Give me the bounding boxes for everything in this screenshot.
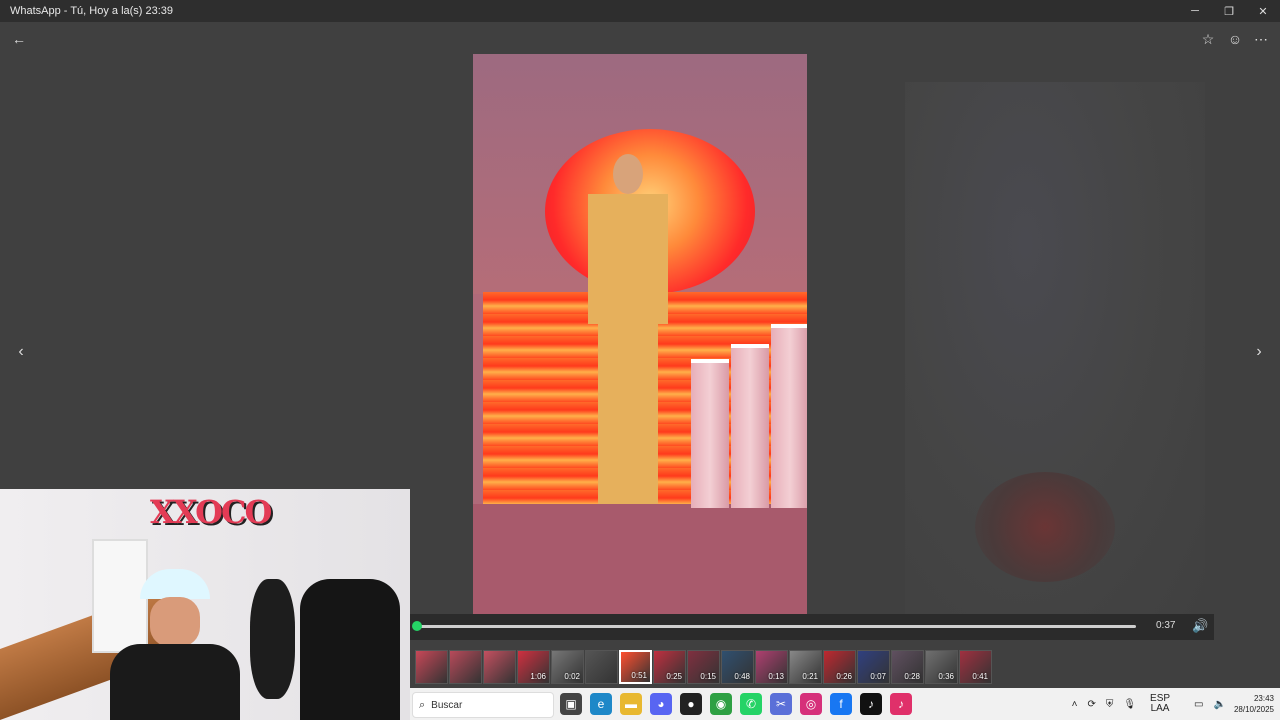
maximize-button[interactable]: ❐ bbox=[1212, 0, 1246, 22]
media-thumbnail[interactable]: 0:13 bbox=[755, 650, 788, 684]
window-title: WhatsApp - Tú, Hoy a la(s) 23:39 bbox=[10, 5, 174, 17]
thumbnail-duration: 0:26 bbox=[836, 672, 852, 681]
system-tray: ˄ ⟳ ⛨ 🎙 ESP LAA ▭ 🔈 23:43 28/10/2025 bbox=[1062, 690, 1274, 718]
thumbnail-duration: 0:02 bbox=[564, 672, 580, 681]
window-controls: ─ ❐ ✕ bbox=[1178, 0, 1280, 22]
thumbnail-duration: 0:21 bbox=[802, 672, 818, 681]
media-thumbnail[interactable]: 0:26 bbox=[823, 650, 856, 684]
thumbnail-duration: 0:15 bbox=[700, 672, 716, 681]
wall-graffiti: XXOCO bbox=[150, 493, 272, 531]
thumbnail-duration: 0:28 bbox=[904, 672, 920, 681]
instagram-icon[interactable]: ◎ bbox=[800, 693, 822, 715]
facebook-icon[interactable]: f bbox=[830, 693, 852, 715]
current-time: 0:37 bbox=[1156, 620, 1176, 631]
chevron-up-icon[interactable]: ˄ bbox=[1072, 699, 1078, 710]
thumbnail-duration: 0:25 bbox=[666, 672, 682, 681]
media-thumbnail[interactable]: 0:02 bbox=[551, 650, 584, 684]
playback-controls: 0:37 🔊 bbox=[410, 614, 1214, 640]
edge-icon[interactable]: e bbox=[590, 693, 612, 715]
media-thumbnail[interactable]: 0:07 bbox=[857, 650, 890, 684]
clock-time: 23:43 bbox=[1253, 694, 1274, 703]
pinned-apps: ▣ e ▬ ◕ ● ◉ ✆ ✂ ◎ f ♪ ♪ bbox=[560, 693, 912, 715]
chrome-icon[interactable]: ◉ bbox=[710, 693, 732, 715]
security-icon[interactable]: ⛨ bbox=[1106, 699, 1114, 710]
back-arrow-icon[interactable]: ← bbox=[10, 30, 28, 48]
close-button[interactable]: ✕ bbox=[1246, 0, 1280, 22]
obs-icon[interactable]: ● bbox=[680, 693, 702, 715]
thumbnail-duration: 0:41 bbox=[972, 672, 988, 681]
clock[interactable]: 23:43 28/10/2025 bbox=[1234, 693, 1274, 715]
clock-date: 28/10/2025 bbox=[1233, 705, 1274, 714]
media-thumbnail[interactable] bbox=[449, 650, 482, 684]
search-placeholder: Buscar bbox=[431, 699, 463, 711]
media-thumbnail[interactable]: 0:15 bbox=[687, 650, 720, 684]
search-icon: ⌕ bbox=[419, 698, 426, 711]
taskbar-search[interactable]: ⌕ Buscar bbox=[412, 692, 554, 718]
video-frame[interactable] bbox=[473, 54, 807, 614]
minimize-button[interactable]: ─ bbox=[1178, 0, 1212, 22]
media-thumbnail[interactable] bbox=[483, 650, 516, 684]
title-bar: WhatsApp - Tú, Hoy a la(s) 23:39 ─ ❐ ✕ bbox=[0, 0, 1280, 22]
media-thumbnail[interactable]: 0:25 bbox=[653, 650, 686, 684]
streamer bbox=[110, 569, 240, 720]
microphone-icon[interactable]: 🎙 bbox=[1123, 699, 1136, 710]
snipping-tool-icon[interactable]: ✂ bbox=[770, 693, 792, 715]
speaker-icon[interactable]: 🔈 bbox=[1214, 699, 1226, 710]
sync-icon[interactable]: ⟳ bbox=[1087, 699, 1095, 710]
media-thumbnail[interactable]: 0:21 bbox=[789, 650, 822, 684]
media-thumbnail[interactable]: 0:51 bbox=[619, 650, 652, 684]
webcam-overlay: XXOCO bbox=[0, 489, 410, 720]
seek-handle[interactable] bbox=[412, 621, 422, 631]
next-media-preview-accent bbox=[975, 472, 1115, 582]
input-language[interactable]: ESP LAA bbox=[1150, 694, 1170, 714]
thumbnail-duration: 0:51 bbox=[631, 671, 647, 680]
media-thumbnail[interactable] bbox=[415, 650, 448, 684]
emoji-icon[interactable]: ☺ bbox=[1226, 30, 1244, 48]
star-icon[interactable]: ☆ bbox=[1199, 30, 1217, 48]
discord-icon[interactable]: ◕ bbox=[650, 693, 672, 715]
task-view-icon[interactable]: ▣ bbox=[560, 693, 582, 715]
seek-bar[interactable] bbox=[418, 625, 1136, 628]
tiktok-live-icon[interactable]: ♪ bbox=[890, 693, 912, 715]
gaming-chair bbox=[300, 579, 400, 720]
file-explorer-icon[interactable]: ▬ bbox=[620, 693, 642, 715]
windows-taskbar: ⌕ Buscar ▣ e ▬ ◕ ● ◉ ✆ ✂ ◎ f ♪ ♪ ˄ ⟳ ⛨ 🎙 ESP LAA ▭ … bbox=[410, 688, 1280, 720]
thumbnail-duration: 0:48 bbox=[734, 672, 750, 681]
volume-icon[interactable]: 🔊 bbox=[1192, 618, 1208, 634]
network-icon[interactable]: ▭ bbox=[1194, 699, 1203, 710]
media-thumbnail-strip: 1:06 0:02 0:51 0:25 0:15 0:48 0:13 0:21 0:26 0:07… bbox=[415, 650, 1015, 684]
media-thumbnail[interactable]: 0:36 bbox=[925, 650, 958, 684]
next-media-icon[interactable]: › bbox=[1250, 341, 1268, 363]
thumbnail-duration: 0:13 bbox=[768, 672, 784, 681]
media-thumbnail[interactable]: 0:48 bbox=[721, 650, 754, 684]
tiktok-icon[interactable]: ♪ bbox=[860, 693, 882, 715]
more-options-icon[interactable]: ⋯ bbox=[1252, 30, 1270, 48]
media-thumbnail[interactable]: 0:41 bbox=[959, 650, 992, 684]
thumbnail-duration: 0:07 bbox=[870, 672, 886, 681]
keyboard-layout: LAA bbox=[1150, 703, 1170, 714]
media-thumbnail[interactable] bbox=[585, 650, 618, 684]
video-subject bbox=[583, 154, 673, 504]
media-thumbnail[interactable]: 0:28 bbox=[891, 650, 924, 684]
previous-media-icon[interactable]: ‹ bbox=[12, 341, 30, 363]
thumbnail-duration: 0:36 bbox=[938, 672, 954, 681]
media-thumbnail[interactable]: 1:06 bbox=[517, 650, 550, 684]
thumbnail-duration: 1:06 bbox=[530, 672, 546, 681]
whatsapp-icon[interactable]: ✆ bbox=[740, 693, 762, 715]
